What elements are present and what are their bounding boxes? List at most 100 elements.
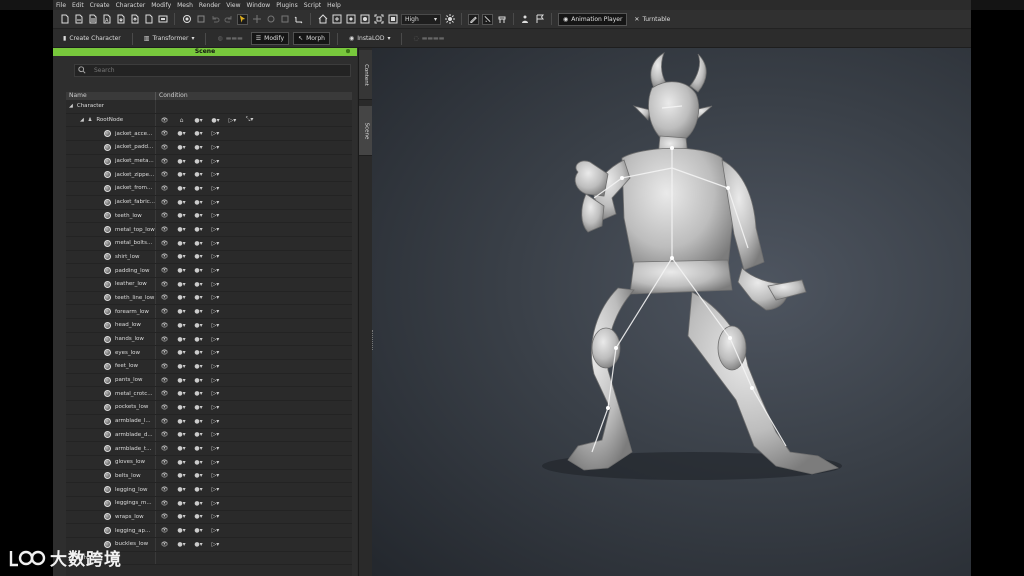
mesh-row[interactable]: legging_low 👁 ●▾ ●▾ ▷▾ [66, 483, 352, 497]
shade-icon[interactable]: ●▾ [177, 362, 186, 370]
mesh-row[interactable]: jacket_from... 👁 ●▾ ●▾ ▷▾ [66, 182, 352, 196]
shade-icon[interactable]: ●▾ [177, 239, 186, 247]
zoom-extents-icon[interactable] [331, 14, 342, 25]
eye-icon[interactable]: 👁 [160, 321, 169, 329]
menu-item-file[interactable]: File [56, 2, 66, 9]
shade-icon[interactable]: ●▾ [177, 157, 186, 165]
shade-icon[interactable]: ●▾ [177, 349, 186, 357]
expand-arrow-icon[interactable]: ◢ [80, 117, 84, 123]
mesh-row[interactable]: feet_low 👁 ●▾ ●▾ ▷▾ [66, 360, 352, 374]
shade-icon[interactable]: ●▾ [177, 376, 186, 384]
undo-icon[interactable] [209, 14, 220, 25]
flag-icon[interactable]: ▷▾ [211, 417, 220, 425]
menu-item-character[interactable]: Character [116, 2, 146, 9]
home-view-icon[interactable] [317, 14, 328, 25]
save-file-icon[interactable] [87, 14, 98, 25]
flag-icon[interactable]: ▷▾ [228, 116, 237, 124]
merge-icon[interactable] [143, 14, 154, 25]
shade-icon[interactable]: ●▾ [177, 130, 186, 138]
eye-icon[interactable]: 👁 [160, 540, 169, 548]
mesh-row[interactable]: armblade_d... 👁 ●▾ ●▾ ▷▾ [66, 428, 352, 443]
flag-icon[interactable]: ▷▾ [211, 376, 220, 384]
shade-icon[interactable]: ●▾ [177, 280, 186, 288]
redo-icon[interactable] [223, 14, 234, 25]
flag-icon[interactable]: ▷▾ [211, 308, 220, 316]
shade-icon[interactable]: ●▾ [177, 143, 186, 151]
rotate-tool-icon[interactable] [265, 14, 276, 25]
shade-icon[interactable]: ●▾ [177, 294, 186, 302]
save-as-icon[interactable]: A [101, 14, 112, 25]
flag-icon[interactable]: ▷▾ [211, 143, 220, 151]
eye-icon[interactable]: 👁 [160, 294, 169, 302]
flag-icon[interactable]: ▷▾ [211, 513, 220, 521]
modify-button[interactable]: ☰ Modify [250, 32, 290, 45]
eye-icon[interactable]: 👁 [160, 362, 169, 370]
flag-icon[interactable]: ▷▾ [211, 253, 220, 261]
flag-icon[interactable]: ▷▾ [211, 267, 220, 275]
material-icon[interactable]: ●▾ [194, 157, 203, 165]
tree-group-character[interactable]: ◢ Character [66, 100, 352, 114]
eye-icon[interactable]: 👁 [160, 335, 169, 343]
shade-icon[interactable]: ●▾ [177, 321, 186, 329]
menu-item-create[interactable]: Create [90, 2, 110, 9]
3d-viewport[interactable] [372, 48, 971, 576]
eye-icon[interactable]: 👁 [160, 267, 169, 275]
material-icon[interactable]: ●▾ [194, 486, 203, 494]
flag-icon[interactable]: ▷▾ [211, 239, 220, 247]
flag-icon[interactable]: ▷▾ [211, 321, 220, 329]
flag-icon[interactable]: ▷▾ [211, 472, 220, 480]
shade-icon[interactable]: ●▾ [177, 403, 186, 411]
material-icon[interactable]: ●▾ [194, 349, 203, 357]
character-tool-icon[interactable] [496, 14, 507, 25]
material-icon[interactable]: ●▾ [194, 527, 203, 535]
eye-icon[interactable]: 👁 [160, 226, 169, 234]
mesh-row[interactable]: jacket_acce... 👁 ●▾ ●▾ ▷▾ [66, 127, 352, 142]
flag-icon[interactable]: ▷▾ [211, 540, 220, 548]
flag-icon[interactable]: ▷▾ [211, 335, 220, 343]
mesh-row[interactable]: teeth_line_low 👁 ●▾ ●▾ ▷▾ [66, 291, 352, 306]
flag-icon[interactable]: ▷▾ [211, 431, 220, 439]
eye-icon[interactable]: 👁 [160, 527, 169, 535]
view-mode-icon[interactable] [387, 14, 398, 25]
flag-icon[interactable]: ▷▾ [211, 294, 220, 302]
material-icon[interactable]: ●▾ [194, 513, 203, 521]
flag-icon[interactable] [534, 14, 545, 25]
edit-pose-icon[interactable] [468, 13, 479, 25]
mesh-row[interactable]: metal_crotc... 👁 ●▾ ●▾ ▷▾ [66, 387, 352, 402]
menu-item-mesh[interactable]: Mesh [177, 2, 193, 9]
animation-player-button[interactable]: ◉ Animation Player [558, 12, 628, 26]
eye-icon[interactable]: 👁 [160, 157, 169, 165]
shade-icon[interactable]: ●▾ [177, 472, 186, 480]
shade-icon[interactable]: ●▾ [177, 445, 186, 453]
mesh-row[interactable]: gloves_low 👁 ●▾ ●▾ ▷▾ [66, 455, 352, 470]
mesh-row[interactable]: head_low 👁 ●▾ ●▾ ▷▾ [66, 319, 352, 333]
shade-icon[interactable]: ●▾ [177, 198, 186, 206]
shade-icon[interactable]: ●▾ [177, 212, 186, 220]
material-icon[interactable]: ●▾ [194, 226, 203, 234]
material-icon[interactable]: ●▾ [194, 390, 203, 398]
shade-icon[interactable]: ●▾ [177, 486, 186, 494]
shade-icon[interactable]: ●▾ [177, 390, 186, 398]
material-icon[interactable]: ●▾ [194, 458, 203, 466]
eye-icon[interactable]: 👁 [160, 253, 169, 261]
eye-icon[interactable]: 👁 [160, 239, 169, 247]
eye-icon[interactable]: 👁 [160, 143, 169, 151]
scale-tool-icon[interactable] [279, 14, 290, 25]
transformer-button[interactable]: ▥ Transformer ▾ [140, 32, 199, 45]
eye-icon[interactable]: 👁 [160, 376, 169, 384]
flag-icon[interactable]: ▷▾ [211, 445, 220, 453]
tab-content[interactable]: Content [359, 50, 373, 100]
eye-icon[interactable]: 👁 [160, 445, 169, 453]
material-icon[interactable]: ●▾ [194, 376, 203, 384]
new-file-icon[interactable] [59, 14, 70, 25]
shade-icon[interactable]: ●▾ [177, 527, 186, 535]
material-icon[interactable]: ●▾ [194, 499, 203, 507]
material-icon[interactable]: ●▾ [194, 253, 203, 261]
shade-icon[interactable]: ●▾ [177, 253, 186, 261]
mesh-row[interactable]: jacket_fabric... 👁 ●▾ ●▾ ▷▾ [66, 195, 352, 210]
menu-item-script[interactable]: Script [304, 2, 321, 9]
plugin-button[interactable]: ◌ ▬▬▬▬ [409, 32, 448, 45]
mesh-row[interactable]: forearm_low 👁 ●▾ ●▾ ▷▾ [66, 305, 352, 319]
light-bulb-icon[interactable] [444, 14, 455, 25]
shade-icon[interactable]: ●▾ [177, 226, 186, 234]
